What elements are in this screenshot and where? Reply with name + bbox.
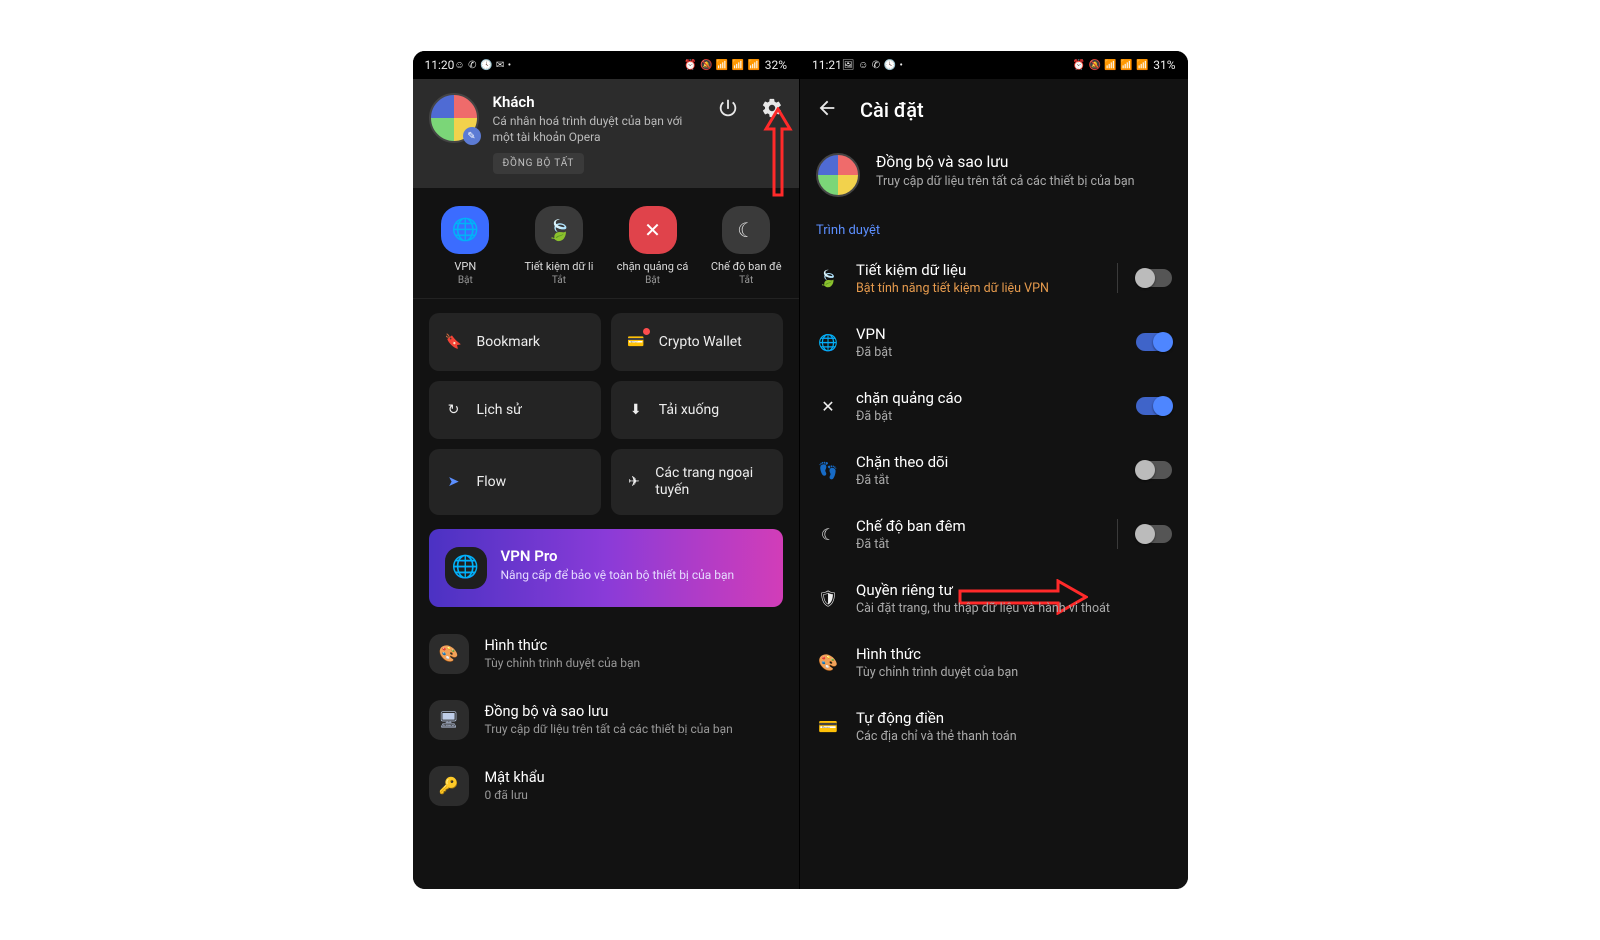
shield-check-icon: 🛡 — [816, 589, 840, 608]
key-icon: 🔑 — [429, 766, 469, 806]
account-name: Khách — [493, 93, 700, 111]
shield-x-icon: ✕ — [644, 218, 661, 242]
quick-ad-block[interactable]: ✕ chặn quảng cá Bật — [608, 206, 698, 286]
edit-avatar-icon[interactable]: ✎ — [463, 127, 481, 145]
tile-downloads[interactable]: ⬇ Tải xuống — [611, 381, 783, 439]
footprints-icon: 👣 — [816, 461, 840, 480]
row-night-mode[interactable]: ☾ Chế độ ban đêm Đã tắt — [800, 502, 1188, 566]
section-header-browser: Trình duyệt — [800, 219, 1188, 246]
back-button[interactable] — [816, 97, 838, 123]
globe-lock-icon: 🌐 — [816, 333, 840, 352]
status-left-icons: ☺ ✆ 🕓 ✉ • — [454, 60, 511, 71]
leaf-icon: 🍃 — [816, 269, 840, 288]
toggle-vpn[interactable] — [1136, 333, 1172, 351]
status-battery: 32% — [765, 58, 787, 72]
wallet-icon: 💳 — [625, 331, 647, 353]
toggle-data-savings[interactable] — [1136, 269, 1172, 287]
row-block-tracking[interactable]: 👣 Chặn theo dõi Đã tắt — [800, 438, 1188, 502]
history-icon: ↻ — [443, 399, 465, 421]
quick-night-mode[interactable]: ☾ Chế độ ban đê Tắt — [701, 206, 791, 286]
gear-icon[interactable] — [761, 97, 783, 123]
row-vpn[interactable]: 🌐 VPN Đã bật — [800, 310, 1188, 374]
quick-vpn[interactable]: 🌐 VPN Bật — [420, 206, 510, 286]
row-sync-backup[interactable]: 🖥 Đồng bộ và sao lưu Truy cập dữ liệu tr… — [429, 687, 784, 753]
quick-toggles-row: 🌐 VPN Bật 🍃 Tiết kiệm dữ li Tắt ✕ chặn q… — [413, 188, 800, 299]
tile-history[interactable]: ↻ Lịch sử — [429, 381, 601, 439]
appearance-icon: 🎨 — [429, 634, 469, 674]
screen-opera-menu: 11:20 ☺ ✆ 🕓 ✉ • ⏰ 🔕 📶 📶 📶 32% ✎ Khách Cá… — [413, 51, 801, 889]
status-right-icons: ⏰ 🔕 📶 📶 📶 — [1073, 60, 1150, 71]
power-icon[interactable] — [717, 97, 739, 123]
status-left-icons: 🖼 ☺ ✆ 🕓 • — [842, 60, 904, 71]
row-passwords[interactable]: 🔑 Mật khẩu 0 đã lưu — [429, 753, 784, 819]
tiles-grid: 🔖 Bookmark 💳 Crypto Wallet ↻ Lịch sử ⬇ T… — [413, 299, 800, 529]
vpn-pro-icon: 🌐 — [445, 547, 487, 589]
row-autofill[interactable]: 💳 Tự động điền Các địa chỉ và thẻ thanh … — [800, 694, 1188, 758]
toggle-ad-block[interactable] — [1136, 397, 1172, 415]
leaf-icon: 🍃 — [546, 218, 571, 242]
shield-x-icon: ✕ — [816, 397, 840, 416]
sync-all-button[interactable]: ĐỒNG BỘ TẤT — [493, 153, 585, 174]
row-privacy[interactable]: 🛡 Quyền riêng tư Cài đặt trang, thu thập… — [800, 566, 1188, 630]
avatar — [816, 153, 860, 197]
status-time: 11:21 — [812, 58, 842, 72]
status-right-icons: ⏰ 🔕 📶 📶 📶 — [684, 60, 761, 71]
account-panel[interactable]: ✎ Khách Cá nhân hoá trình duyệt của bạn … — [413, 79, 800, 188]
row-ad-block[interactable]: ✕ chặn quảng cáo Đã bật — [800, 374, 1188, 438]
toggle-night-mode[interactable] — [1136, 525, 1172, 543]
tile-offline-pages[interactable]: ✈ Các trang ngoại tuyến — [611, 449, 783, 515]
moon-icon: ☾ — [816, 525, 840, 544]
row-appearance[interactable]: 🎨 Hình thức Tùy chỉnh trình duyệt của bạ… — [800, 630, 1188, 694]
row-data-savings[interactable]: 🍃 Tiết kiệm dữ liệu Bật tính năng tiết k… — [800, 246, 1188, 310]
account-desc: Cá nhân hoá trình duyệt của bạn với một … — [493, 113, 700, 145]
moon-icon: ☾ — [737, 218, 755, 242]
row-sync-backup[interactable]: Đồng bộ và sao lưu Truy cập dữ liệu trên… — [800, 135, 1188, 219]
download-icon: ⬇ — [625, 399, 647, 421]
status-battery: 31% — [1153, 58, 1175, 72]
page-title: Cài đặt — [860, 98, 924, 122]
screen-settings: 11:21 🖼 ☺ ✆ 🕓 • ⏰ 🔕 📶 📶 📶 31% Cài đặt Đồ… — [800, 51, 1188, 889]
airplane-icon: ✈ — [625, 471, 644, 493]
devices-icon: 🖥 — [429, 700, 469, 740]
bookmark-icon: 🔖 — [443, 331, 465, 353]
status-bar: 11:21 🖼 ☺ ✆ 🕓 • ⏰ 🔕 📶 📶 📶 31% — [800, 51, 1188, 79]
vpn-pro-banner[interactable]: 🌐 VPN Pro Nâng cấp để bảo vệ toàn bộ thi… — [429, 529, 784, 607]
tile-crypto-wallet[interactable]: 💳 Crypto Wallet — [611, 313, 783, 371]
tile-flow[interactable]: ➤ Flow — [429, 449, 601, 515]
credit-card-icon: 💳 — [816, 717, 840, 736]
quick-data-savings[interactable]: 🍃 Tiết kiệm dữ li Tắt — [514, 206, 604, 286]
tile-bookmark[interactable]: 🔖 Bookmark — [429, 313, 601, 371]
status-time: 11:20 — [425, 58, 455, 72]
status-bar: 11:20 ☺ ✆ 🕓 ✉ • ⏰ 🔕 📶 📶 📶 32% — [413, 51, 800, 79]
toggle-tracking[interactable] — [1136, 461, 1172, 479]
appearance-icon: 🎨 — [816, 653, 840, 672]
row-appearance[interactable]: 🎨 Hình thức Tùy chỉnh trình duyệt của bạ… — [429, 621, 784, 687]
avatar[interactable]: ✎ — [429, 93, 479, 143]
send-icon: ➤ — [443, 471, 465, 493]
globe-lock-icon: 🌐 — [452, 218, 479, 243]
